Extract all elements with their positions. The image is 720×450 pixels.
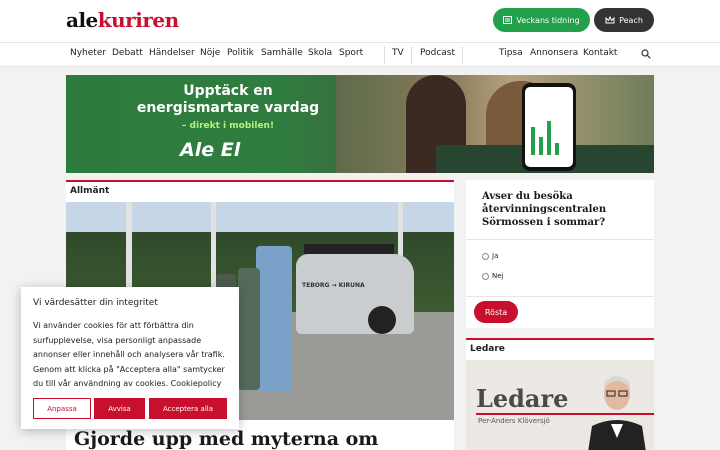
poll-option-label: Nej [492,272,504,280]
reject-button[interactable]: Avvisa [94,398,145,419]
nav-divider [384,46,385,64]
image-person-child [238,268,260,390]
ad-title: Upptäck en energismartare vardag [136,83,320,116]
ad-phone-bar [555,143,559,155]
logo-kuriren: kuriren [97,8,179,32]
poll-option-nej[interactable]: Nej [482,272,504,280]
ad-subtitle: – direkt i mobilen! [181,121,275,131]
logo-ale: ale [66,8,98,32]
veckans-tidning-button[interactable]: Veckans tidning [493,8,590,32]
author-portrait [588,376,646,450]
image-car: TEBORG → KIRUNA [296,244,414,334]
nav-item-nyheter[interactable]: Nyheter [70,48,106,58]
peach-button[interactable]: Peach [594,8,654,32]
nav-item-podcast[interactable]: Podcast [420,48,455,58]
nav-item-tipsa[interactable]: Tipsa [499,48,523,58]
nav-item-tv[interactable]: TV [392,48,404,58]
peach-label: Peach [619,15,643,25]
site-header: alekuriren Veckans tidning Peach [0,0,720,42]
poll-option-label: Ja [492,252,499,260]
ad-phone-screen [525,87,573,167]
nav-item-politik[interactable]: Politik [227,48,254,58]
ad-phone-mockup [522,83,576,171]
nav-item-noje[interactable]: Nöje [200,48,220,58]
nav-item-kontakt[interactable]: Kontakt [583,48,617,58]
ad-brand-logo: Ale El [180,139,241,161]
cookie-title: Vi värdesätter din integritet [33,298,158,308]
ledare-section[interactable]: Ledare Ledare Per-Anders Klöversjö [466,338,654,450]
car-sticker: TEBORG → KIRUNA [302,282,365,289]
cookie-policy-link[interactable]: Cookiepolicy [171,379,222,388]
poll-question: Avser du besöka återvinningscentralen Sö… [482,191,607,228]
accept-all-button[interactable]: Acceptera alla [149,398,227,419]
nav-item-sport[interactable]: Sport [339,48,363,58]
newspaper-icon [503,16,513,24]
nav-item-annonsera[interactable]: Annonsera [530,48,578,58]
poll-option-ja[interactable]: Ja [482,252,498,260]
poll-widget: Avser du besöka återvinningscentralen Sö… [466,180,654,328]
customize-button[interactable]: Anpassa [33,398,91,419]
article-category[interactable]: Allmänt [70,186,109,196]
nav-divider [411,46,412,64]
car-roof-box [304,244,394,254]
nav-item-handelser[interactable]: Händelser [149,48,195,58]
ledare-heading[interactable]: Ledare [470,344,505,354]
vote-button[interactable]: Rösta [474,301,518,323]
nav-divider [462,46,463,64]
article-headline[interactable]: Gjorde upp med myterna om [74,428,378,450]
main-nav: Nyheter Debatt Händelser Nöje Politik Sa… [0,42,720,67]
nav-item-skola[interactable]: Skola [308,48,332,58]
radio-nej[interactable] [482,272,489,280]
ad-phone-bar [531,127,535,155]
cookie-text: Vi använder cookies för att förbättra di… [33,319,233,392]
ad-banner[interactable]: Upptäck en energismartare vardag – direk… [66,75,654,173]
search-icon[interactable] [641,49,651,59]
crown-icon [605,16,615,24]
site-logo[interactable]: alekuriren [66,8,179,32]
ad-phone-bar [547,121,551,155]
ledare-author: Per-Anders Klöversjö [478,417,550,425]
ad-phone-bar [539,137,543,155]
veckans-tidning-label: Veckans tidning [516,15,580,25]
ledare-title: Ledare [476,384,569,413]
car-wheel [368,306,396,334]
cookie-consent-banner: Vi värdesätter din integritet Vi använde… [21,287,239,429]
cookie-body: Vi använder cookies för att förbättra di… [33,321,225,388]
poll-divider [466,239,654,240]
ledare-image[interactable]: Ledare Per-Anders Klöversjö [466,360,654,450]
radio-ja[interactable] [482,252,489,260]
image-person-man [256,246,292,392]
poll-divider [466,296,654,297]
nav-item-samhalle[interactable]: Samhälle [261,48,303,58]
nav-item-debatt[interactable]: Debatt [112,48,143,58]
